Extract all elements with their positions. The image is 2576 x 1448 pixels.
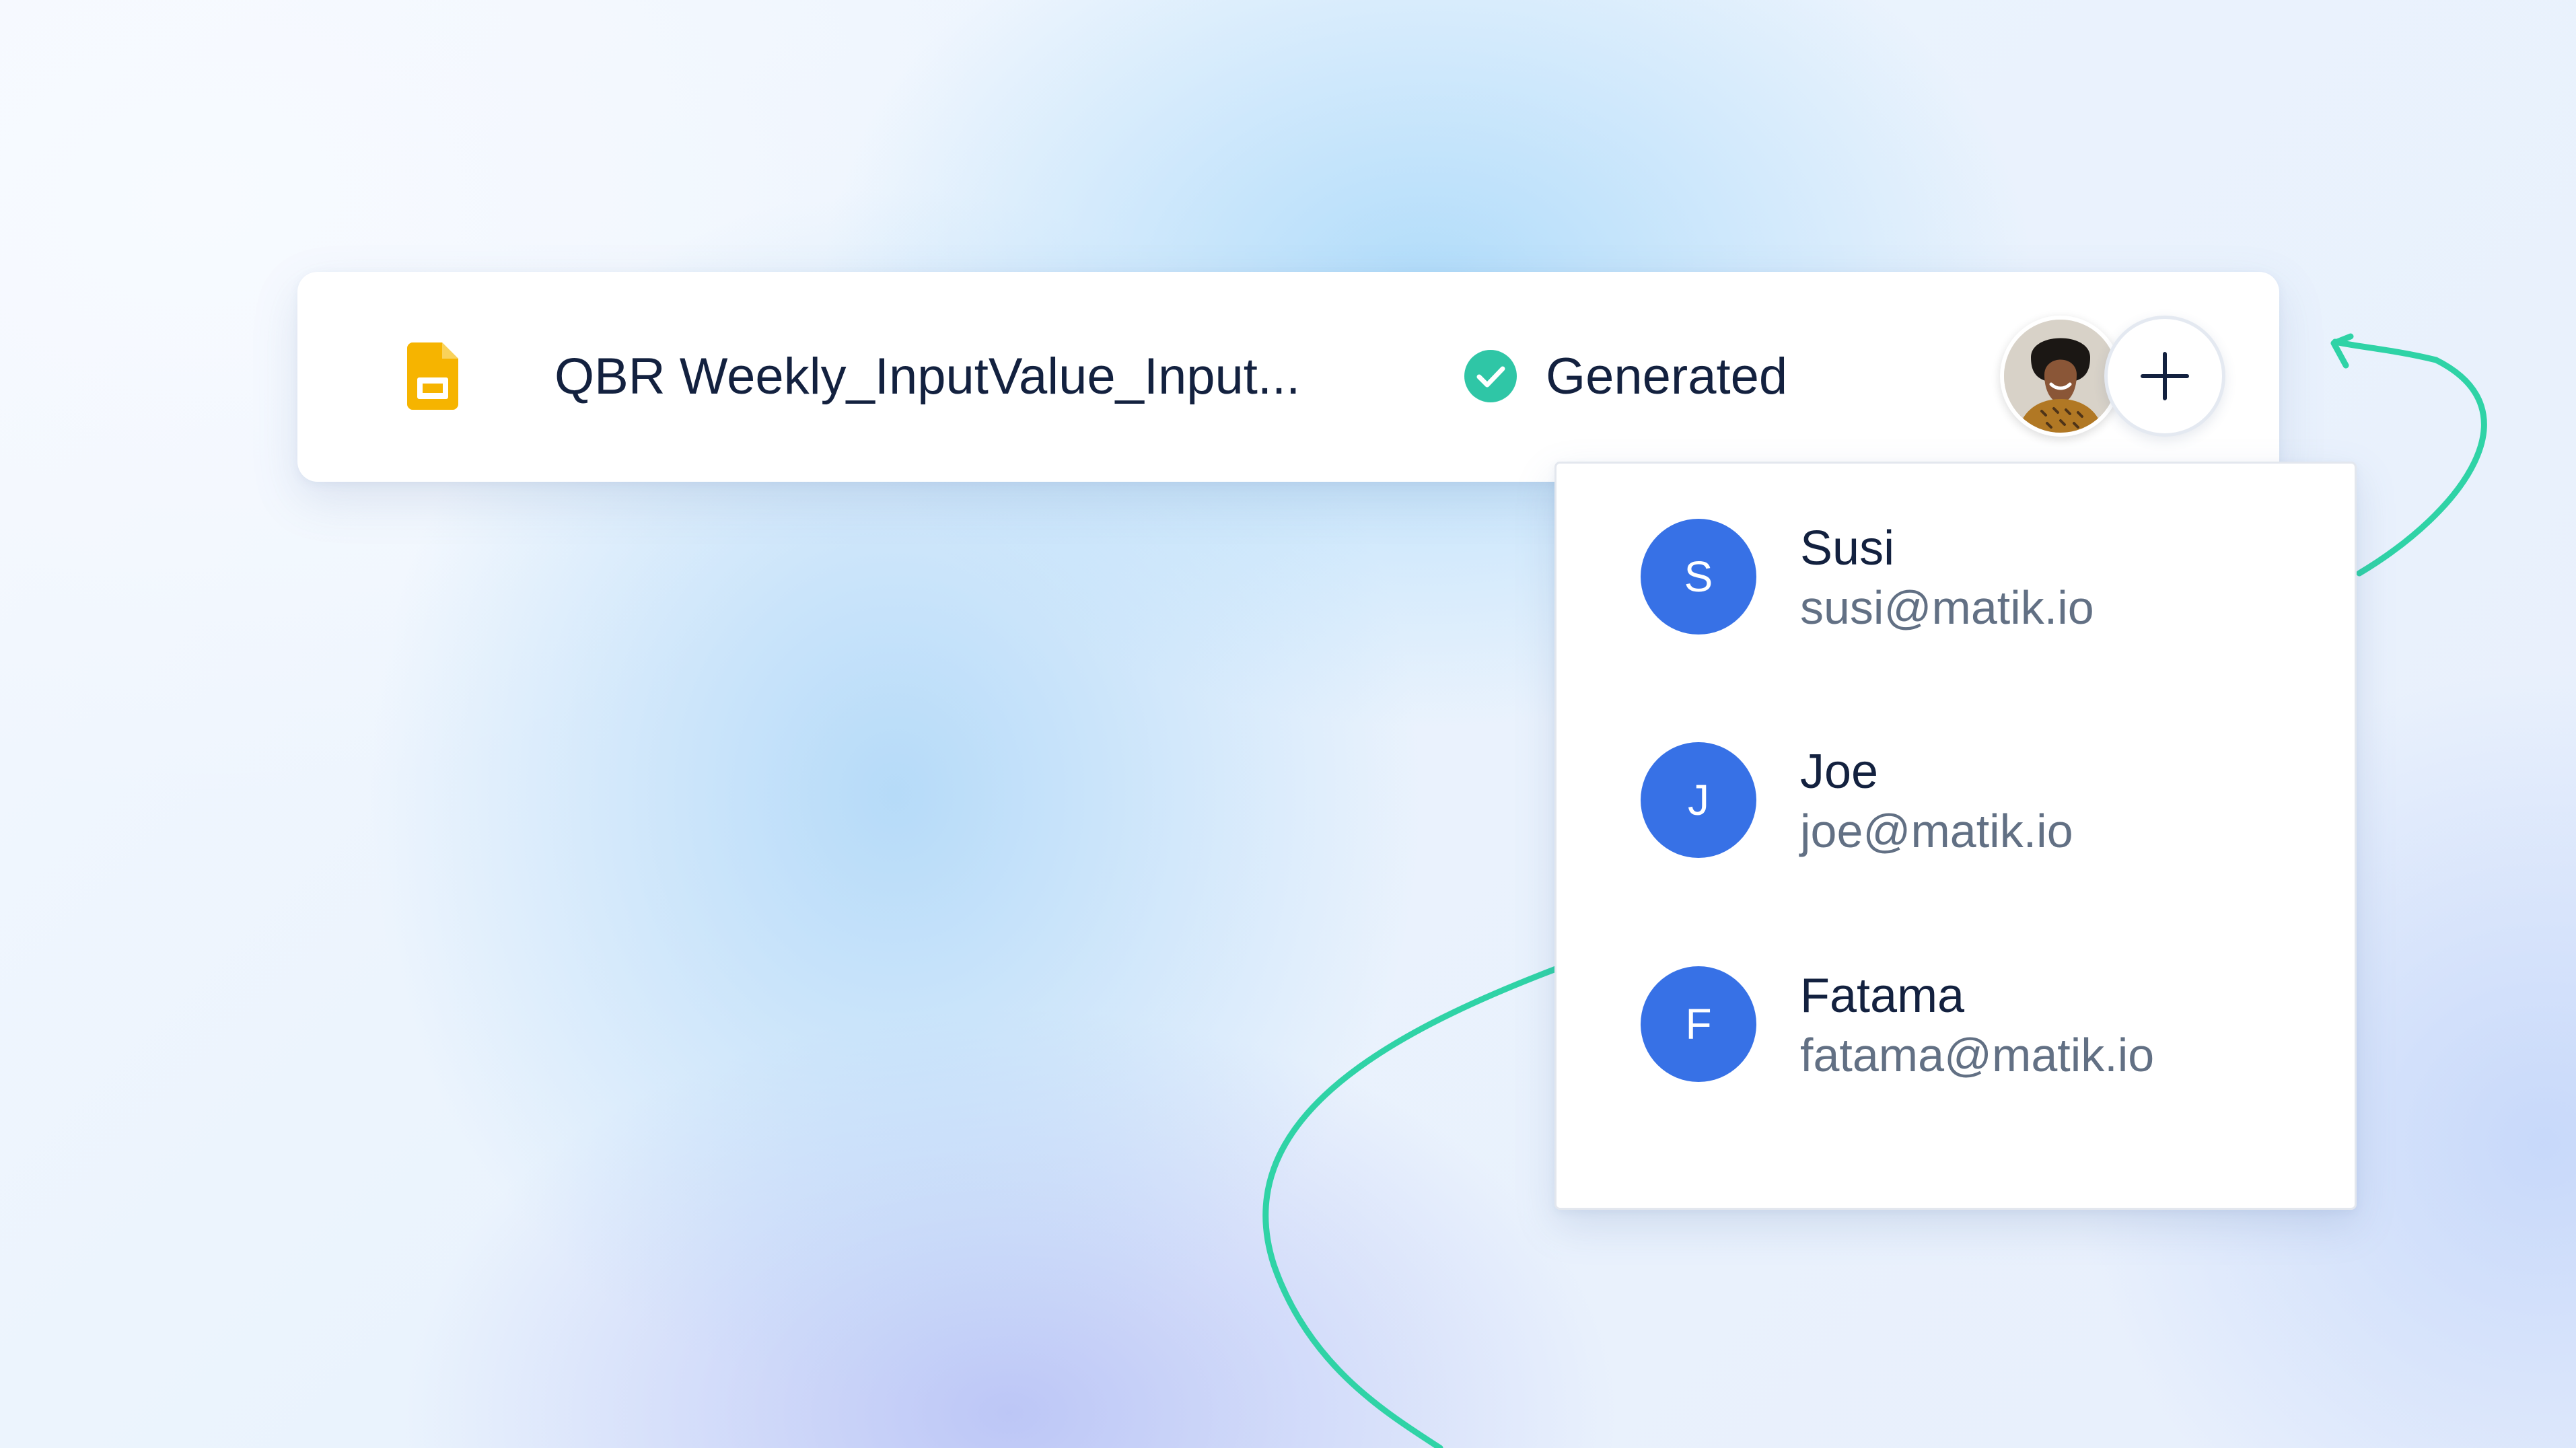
add-user-button[interactable]: [2104, 316, 2225, 437]
user-name: Susi: [1800, 521, 1895, 575]
user-option-susi[interactable]: S Susi susi@matik.io: [1557, 519, 2355, 687]
portrait-image: [2004, 320, 2117, 433]
user-initial-avatar: F: [1641, 966, 1756, 1082]
user-initial-avatar: J: [1641, 742, 1756, 858]
user-email: joe@matik.io: [1800, 805, 2073, 857]
google-slides-icon: [407, 342, 458, 410]
status-label: Generated: [1546, 348, 1788, 405]
user-initial-avatar: S: [1641, 519, 1756, 635]
user-email: fatama@matik.io: [1800, 1029, 2155, 1081]
user-option-joe[interactable]: J Joe joe@matik.io: [1557, 742, 2355, 910]
user-name: Fatama: [1800, 969, 1965, 1023]
document-row[interactable]: QBR Weekly_InputValue_Input... Generated: [297, 272, 2279, 482]
user-email: susi@matik.io: [1800, 581, 2094, 634]
user-avatar[interactable]: [2000, 316, 2121, 437]
user-name: Joe: [1800, 745, 1879, 799]
check-circle-icon: [1464, 350, 1517, 402]
user-option-fatama[interactable]: F Fatama fatama@matik.io: [1557, 966, 2355, 1134]
plus-icon: [2141, 352, 2189, 400]
document-title[interactable]: QBR Weekly_InputValue_Input...: [554, 350, 1300, 404]
share-user-menu: S Susi susi@matik.io J Joe joe@matik.io …: [1554, 462, 2357, 1210]
